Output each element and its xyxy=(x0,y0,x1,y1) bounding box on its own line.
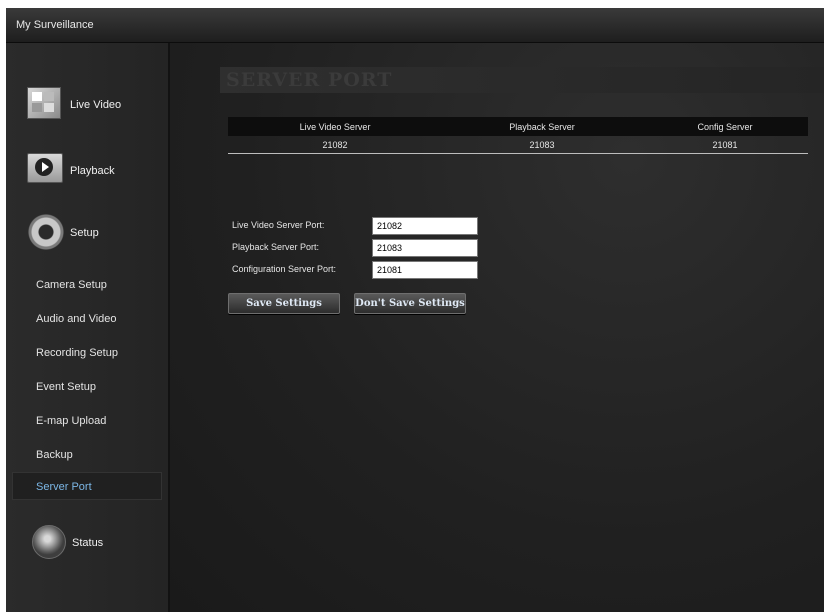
sidebar-item-label: Event Setup xyxy=(36,381,96,393)
setup-label: Setup xyxy=(70,227,99,239)
sidebar-item-label: Server Port xyxy=(36,481,92,493)
sidebar-item-label: Backup xyxy=(36,449,73,461)
page-title: SERVER PORT xyxy=(226,69,393,91)
sidebar-item-label: Camera Setup xyxy=(36,279,107,291)
setup-button[interactable]: Setup xyxy=(24,209,164,257)
playback-port-label: Playback Server Port: xyxy=(232,242,320,252)
status-icon xyxy=(32,525,66,559)
live-video-icon xyxy=(27,87,61,119)
config-port-label: Configuration Server Port: xyxy=(232,264,337,274)
window-title: My Surveillance xyxy=(16,19,94,31)
sidebar-item-label: E-map Upload xyxy=(36,415,107,427)
sidebar-item-backup[interactable]: Backup xyxy=(12,442,162,470)
playback-button[interactable]: Playback xyxy=(24,147,164,195)
live-video-button[interactable]: Live Video xyxy=(24,81,164,129)
column-header-config-server: Config Server xyxy=(697,121,753,132)
sidebar-item-event-setup[interactable]: Event Setup xyxy=(12,374,162,402)
playback-server-port-value: 21083 xyxy=(529,139,555,150)
playback-port-input[interactable] xyxy=(372,239,478,257)
server-ports-table: Live Video Server Playback Server Config… xyxy=(228,117,808,154)
sidebar-item-camera-setup[interactable]: Camera Setup xyxy=(12,272,162,300)
live-video-server-port-value: 21082 xyxy=(322,139,348,150)
sidebar-item-server-port[interactable]: Server Port xyxy=(12,472,162,500)
status-button[interactable]: Status xyxy=(24,521,164,569)
sidebar-item-audio-and-video[interactable]: Audio and Video xyxy=(12,306,162,334)
column-header-live-video-server: Live Video Server xyxy=(299,121,371,132)
app-window: My Surveillance Live Video Playback Setu… xyxy=(6,8,824,612)
live-video-port-label: Live Video Server Port: xyxy=(232,220,325,230)
main-panel: SERVER PORT Live Video Server Playback S… xyxy=(170,43,824,612)
sidebar: Live Video Playback Setup Camera Setup A… xyxy=(6,43,170,612)
playback-label: Playback xyxy=(70,165,115,177)
page-title-bar: SERVER PORT xyxy=(220,67,824,93)
table-row: 21082 21083 21081 xyxy=(228,136,808,153)
sidebar-item-label: Audio and Video xyxy=(36,313,117,325)
sidebar-item-label: Recording Setup xyxy=(36,347,118,359)
sidebar-item-recording-setup[interactable]: Recording Setup xyxy=(12,340,162,368)
live-video-label: Live Video xyxy=(70,99,122,111)
table-header: Live Video Server Playback Server Config… xyxy=(228,117,808,136)
config-server-port-value: 21081 xyxy=(712,139,738,150)
title-bar: My Surveillance xyxy=(6,8,824,43)
save-settings-button[interactable]: Save Settings xyxy=(228,293,340,314)
playback-icon xyxy=(27,153,63,183)
column-header-playback-server: Playback Server xyxy=(509,121,575,132)
live-video-port-input[interactable] xyxy=(372,217,478,235)
config-port-input[interactable] xyxy=(372,261,478,279)
status-label: Status xyxy=(72,537,104,549)
sidebar-item-e-map-upload[interactable]: E-map Upload xyxy=(12,408,162,436)
gear-icon xyxy=(27,213,65,251)
dont-save-settings-button[interactable]: Don't Save Settings xyxy=(354,293,466,314)
